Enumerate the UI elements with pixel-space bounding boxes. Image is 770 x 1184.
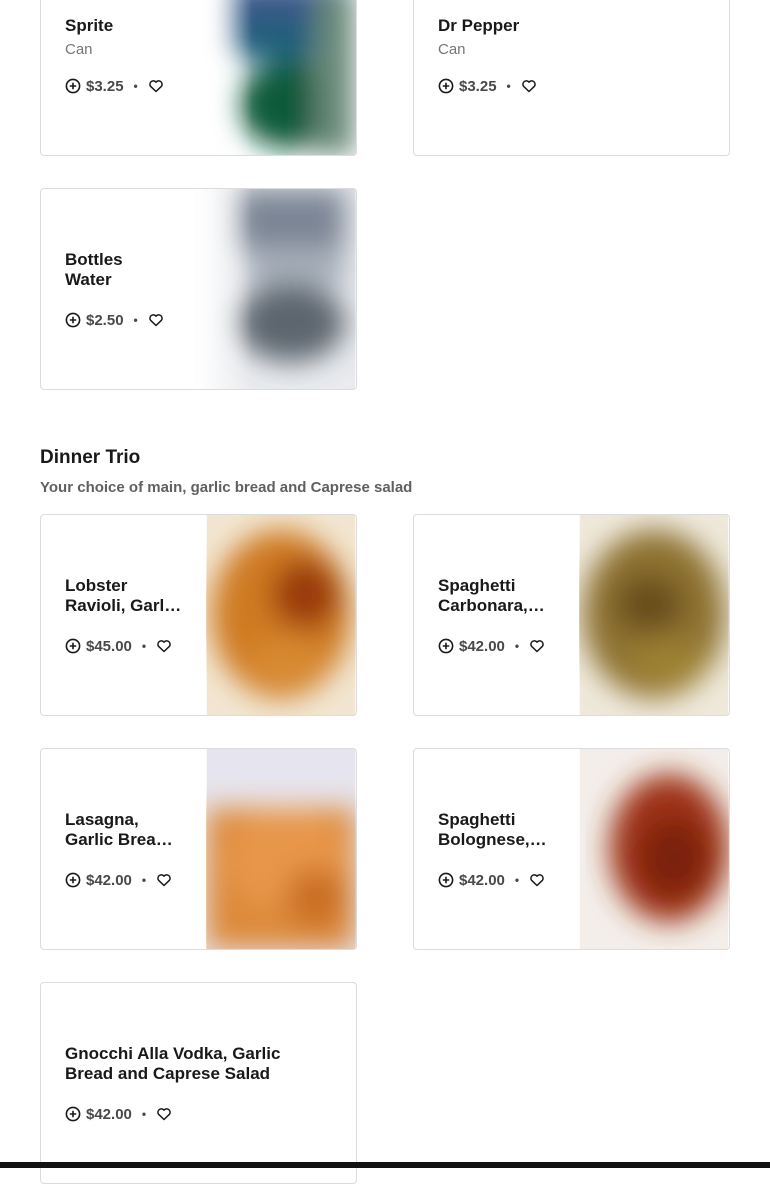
item-thumbnail (196, 0, 356, 155)
item-name: Sprite (65, 16, 114, 35)
separator-dot: • (141, 1107, 147, 1121)
item-meta: $3.25 • (438, 76, 537, 96)
item-subtitle: Can (438, 41, 466, 58)
menu-item-card[interactable]: Spaghetti Bolognese, Garlic Bread and Ca… (413, 748, 730, 950)
item-name: Gnocchi Alla Vodka, Garlic Bread and Cap… (65, 1044, 281, 1083)
item-thumbnail (206, 515, 356, 715)
menu-item-card[interactable]: Spaghetti Carbonara, Garlic Bread and Ca… (413, 514, 730, 716)
add-circle-icon[interactable] (65, 638, 81, 654)
item-thumbnail (579, 515, 729, 715)
menu-item-card[interactable]: Bottles Water $2.50 • (40, 188, 357, 390)
bottom-edge-bar (0, 1162, 770, 1168)
separator-dot: • (506, 79, 511, 93)
separator-dot: • (141, 873, 147, 887)
item-price: $42.00 (86, 1105, 132, 1123)
separator-dot: • (141, 639, 147, 653)
add-circle-icon[interactable] (65, 78, 81, 94)
item-thumbnail (579, 749, 729, 949)
heart-outline-icon[interactable] (156, 638, 172, 654)
menu-item-card[interactable]: Lobster Ravioli, Garlic Bread and Capres… (40, 514, 357, 716)
section-subtitle: Your choice of main, garlic bread and Ca… (40, 479, 413, 496)
item-price: $42.00 (459, 637, 505, 655)
item-meta: $42.00 • (65, 1104, 172, 1124)
separator-dot: • (133, 313, 138, 327)
item-price: $42.00 (459, 871, 505, 889)
item-meta: $45.00 • (65, 636, 172, 656)
separator-dot: • (133, 79, 138, 93)
item-meta: $42.00 • (438, 636, 545, 656)
item-name: Bottles Water (65, 250, 123, 289)
heart-outline-icon[interactable] (148, 78, 164, 94)
menu-item-card[interactable]: Gnocchi Alla Vodka, Garlic Bread and Cap… (40, 982, 357, 1184)
section-title: Dinner Trio (40, 447, 141, 468)
heart-outline-icon[interactable] (156, 1106, 172, 1122)
heart-outline-icon[interactable] (521, 78, 537, 94)
add-circle-icon[interactable] (65, 872, 81, 888)
add-circle-icon[interactable] (65, 1106, 81, 1122)
heart-outline-icon[interactable] (156, 872, 172, 888)
item-meta: $42.00 • (438, 870, 545, 890)
item-meta: $3.25 • (65, 76, 164, 96)
item-thumbnail (196, 189, 356, 389)
item-meta: $42.00 • (65, 870, 172, 890)
menu-item-card[interactable]: Lasagna, Garlic Bread and Caprese Salad … (40, 748, 357, 950)
item-name: Lasagna, Garlic Bread and Caprese Salad (65, 810, 167, 849)
add-circle-icon[interactable] (438, 872, 454, 888)
item-thumbnail (206, 749, 356, 949)
heart-outline-icon[interactable] (148, 312, 164, 328)
item-price: $2.50 (86, 311, 124, 329)
item-name: Dr Pepper (438, 16, 520, 35)
item-price: $42.00 (86, 871, 132, 889)
item-meta: $2.50 • (65, 310, 164, 330)
item-price: $45.00 (86, 637, 132, 655)
menu-item-card[interactable]: Dr Pepper Can $3.25 • (413, 0, 730, 156)
separator-dot: • (514, 873, 520, 887)
separator-dot: • (514, 639, 520, 653)
item-name: Lobster Ravioli, Garlic Bread and Capres… (65, 576, 179, 615)
add-circle-icon[interactable] (438, 78, 454, 94)
heart-outline-icon[interactable] (529, 872, 545, 888)
item-price: $3.25 (86, 77, 124, 95)
menu-item-card[interactable]: Sprite Can $3.25 • (40, 0, 357, 156)
item-subtitle: Can (65, 41, 93, 58)
heart-outline-icon[interactable] (529, 638, 545, 654)
item-name: Spaghetti Bolognese, Garlic Bread and Ca… (438, 810, 530, 849)
add-circle-icon[interactable] (65, 312, 81, 328)
item-price: $3.25 (459, 77, 497, 95)
add-circle-icon[interactable] (438, 638, 454, 654)
item-name: Spaghetti Carbonara, Garlic Bread and Ca… (438, 576, 528, 615)
